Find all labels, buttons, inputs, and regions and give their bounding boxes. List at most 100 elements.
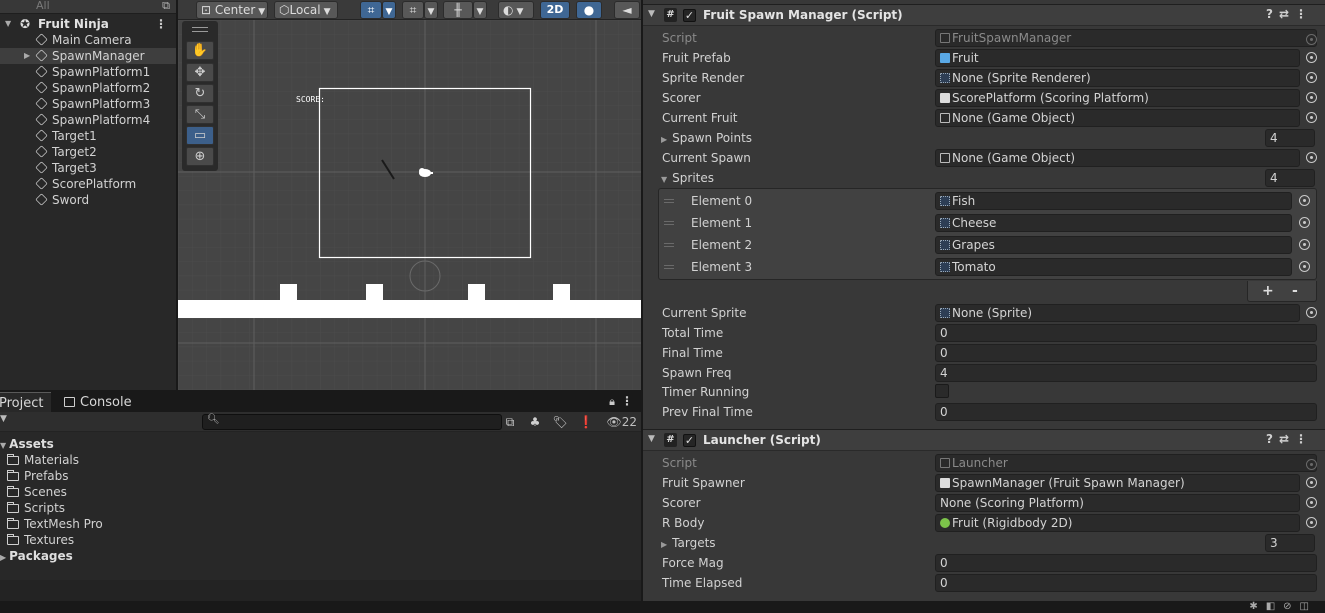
component-header-icons[interactable]: ?⇄⋮ — [1266, 432, 1313, 446]
component-header-icons[interactable]: ?⇄⋮ — [1266, 7, 1313, 21]
sprites-foldout[interactable]: ▼ Sprites — [661, 171, 714, 185]
sprite-render-field[interactable]: None (Sprite Renderer) — [935, 69, 1300, 87]
hierarchy-item-target2[interactable]: Target2 — [0, 144, 176, 160]
prop-targets[interactable]: ▶ Targets 3 — [643, 533, 1325, 553]
drag-handle-icon[interactable] — [664, 199, 674, 203]
transform-tool-button[interactable]: ⊕ — [186, 147, 214, 166]
packages-root[interactable]: ▶ Packages — [0, 548, 73, 564]
score-text[interactable]: SCORE: — [296, 95, 325, 104]
spawn-points-foldout[interactable]: ▶ Spawn Points — [661, 131, 752, 145]
current-fruit-field[interactable]: None (Game Object) — [935, 109, 1300, 127]
total-time-field[interactable]: 0 — [935, 324, 1317, 342]
status-icons[interactable]: ✱◧⊘◫ — [1249, 601, 1317, 612]
help-icon[interactable]: ? — [1266, 432, 1279, 446]
expand-icon[interactable]: ▶ — [24, 48, 30, 64]
sprites-element-2[interactable]: Element 2 Grapes — [659, 235, 1316, 255]
script-field[interactable]: Launcher — [935, 454, 1317, 472]
element-sprite-field[interactable]: Fish — [935, 192, 1292, 210]
object-picker-icon[interactable] — [1306, 112, 1317, 123]
prop-spawn-points[interactable]: ▶ Spawn Points 4 — [643, 128, 1325, 148]
sprites-size-field[interactable]: 4 — [1265, 169, 1315, 187]
element-sprite-field[interactable]: Tomato — [935, 258, 1292, 276]
context-menu-icon[interactable]: ⋮ — [1295, 432, 1313, 446]
hierarchy-item-spawnplatform3[interactable]: SpawnPlatform3 — [0, 96, 176, 112]
snap-increment-button[interactable]: ⌗ — [402, 1, 424, 19]
fruit-spawn-manager-header[interactable]: ▼ # ✓ Fruit Spawn Manager (Script) ?⇄⋮ — [643, 4, 1325, 26]
launcher-header[interactable]: ▼ # ✓ Launcher (Script) ?⇄⋮ — [643, 429, 1325, 451]
scorer-field[interactable]: ScorePlatform (Scoring Platform) — [935, 89, 1300, 107]
drag-handle-icon[interactable] — [664, 265, 674, 269]
ruler-dropdown[interactable]: ▼ — [473, 1, 487, 19]
object-picker-icon[interactable] — [1306, 497, 1317, 508]
filter-by-type-icon[interactable]: ♣ — [525, 413, 545, 431]
targets-foldout[interactable]: ▶ Targets — [661, 536, 716, 550]
hierarchy-item-spawnmanager[interactable]: ▶ SpawnManager — [0, 48, 176, 64]
force-mag-field[interactable]: 0 — [935, 554, 1317, 572]
script-field[interactable]: FruitSpawnManager — [935, 29, 1317, 47]
auto-generate-lighting-icon[interactable]: ⊘ — [1283, 601, 1299, 612]
folder-scenes[interactable]: Scenes — [7, 484, 67, 500]
launcher-scorer-field[interactable]: None (Scoring Platform) — [935, 494, 1300, 512]
hierarchy-scene-row[interactable]: ▼ ✪ Fruit Ninja ⋮ — [0, 16, 176, 32]
snap-increment-dropdown[interactable]: ▼ — [424, 1, 438, 19]
scene-canvas[interactable]: SCORE: — [178, 20, 641, 390]
panel-menu-icon[interactable]: ⋮ — [621, 394, 633, 408]
folder-prefabs[interactable]: Prefabs — [7, 468, 69, 484]
presets-icon[interactable]: ⇄ — [1279, 7, 1295, 21]
current-spawn-field[interactable]: None (Game Object) — [935, 149, 1300, 167]
hand-tool-button[interactable]: ✋ — [186, 41, 214, 60]
scene-fold-icon[interactable]: ▼ — [5, 16, 11, 32]
timer-running-checkbox[interactable] — [935, 384, 949, 398]
fold-icon[interactable]: ▼ — [648, 9, 655, 19]
remove-element-button[interactable]: - — [1292, 283, 1298, 299]
hierarchy-item-target1[interactable]: Target1 — [0, 128, 176, 144]
rbody-field[interactable]: Fruit (Rigidbody 2D) — [935, 514, 1300, 532]
lock-icon[interactable]: 🔒︎ — [609, 395, 615, 409]
scene-view[interactable]: ⊡ Center ▼ ⬡Local ▼ ⌗ ▼ ⌗ ▼ ╫ ▼ ◐ ▼ 2D ● ◄ … — [178, 0, 641, 390]
sprites-element-0[interactable]: Element 0 Fish — [659, 191, 1316, 211]
sprites-element-3[interactable]: Element 3 Tomato — [659, 257, 1316, 277]
search-by-type-icon[interactable]: ⧉ — [500, 413, 520, 431]
drag-handle-icon[interactable] — [664, 243, 674, 247]
current-sprite-field[interactable]: None (Sprite) — [935, 304, 1300, 322]
context-menu-icon[interactable]: ⋮ — [1295, 7, 1313, 21]
folder-textures[interactable]: Textures — [7, 532, 74, 548]
object-picker-icon[interactable] — [1299, 239, 1310, 250]
hierarchy-item-target3[interactable]: Target3 — [0, 160, 176, 176]
hierarchy-lock-icon[interactable]: ⧉ — [162, 0, 170, 13]
grid-snap-dropdown[interactable]: ▼ — [382, 1, 396, 19]
hierarchy-item-main-camera[interactable]: Main Camera — [0, 32, 176, 48]
final-time-field[interactable]: 0 — [935, 344, 1317, 362]
object-picker-icon[interactable] — [1306, 52, 1317, 63]
grid-snap-toggle[interactable]: ⌗ — [360, 1, 382, 19]
time-elapsed-field[interactable]: 0 — [935, 574, 1317, 592]
object-picker-icon[interactable] — [1306, 307, 1317, 318]
component-enabled-checkbox[interactable]: ✓ — [683, 434, 696, 447]
tab-console[interactable]: Console — [56, 392, 140, 413]
folder-materials[interactable]: Materials — [7, 452, 79, 468]
object-picker-icon[interactable] — [1299, 217, 1310, 228]
tab-project[interactable]: Project — [0, 392, 52, 413]
object-picker-icon[interactable] — [1299, 261, 1310, 272]
fruit-spawner-field[interactable]: SpawnManager (Fruit Spawn Manager) — [935, 474, 1300, 492]
object-picker-icon[interactable] — [1306, 72, 1317, 83]
lighting-toggle[interactable]: ● — [576, 1, 602, 19]
progress-icon[interactable]: ◫ — [1300, 601, 1317, 612]
spawn-points-size-field[interactable]: 4 — [1265, 129, 1315, 147]
hidden-packages-count[interactable]: 👁︎22 — [606, 415, 637, 429]
hierarchy-item-sword[interactable]: Sword — [0, 192, 176, 208]
object-picker-icon[interactable] — [1306, 152, 1317, 163]
object-picker-icon[interactable] — [1306, 477, 1317, 488]
object-picker-icon[interactable] — [1306, 92, 1317, 103]
filter-by-label-icon[interactable]: 🏷︎ — [550, 413, 570, 431]
hierarchy-item-spawnplatform4[interactable]: SpawnPlatform4 — [0, 112, 176, 128]
ruler-button[interactable]: ╫ — [443, 1, 473, 19]
fruit-prefab-field[interactable]: Fruit — [935, 49, 1300, 67]
warning-filter-icon[interactable]: ❗ — [576, 413, 596, 431]
element-sprite-field[interactable]: Grapes — [935, 236, 1292, 254]
pivot-dropdown[interactable]: ⊡ Center ▼ — [196, 1, 268, 19]
project-search-input[interactable]: 🔍︎ — [202, 414, 502, 430]
rect-tool-button[interactable]: ▭ — [186, 126, 214, 145]
folder-textmesh-pro[interactable]: TextMesh Pro — [7, 516, 103, 532]
prev-final-time-field[interactable]: 0 — [935, 403, 1317, 421]
